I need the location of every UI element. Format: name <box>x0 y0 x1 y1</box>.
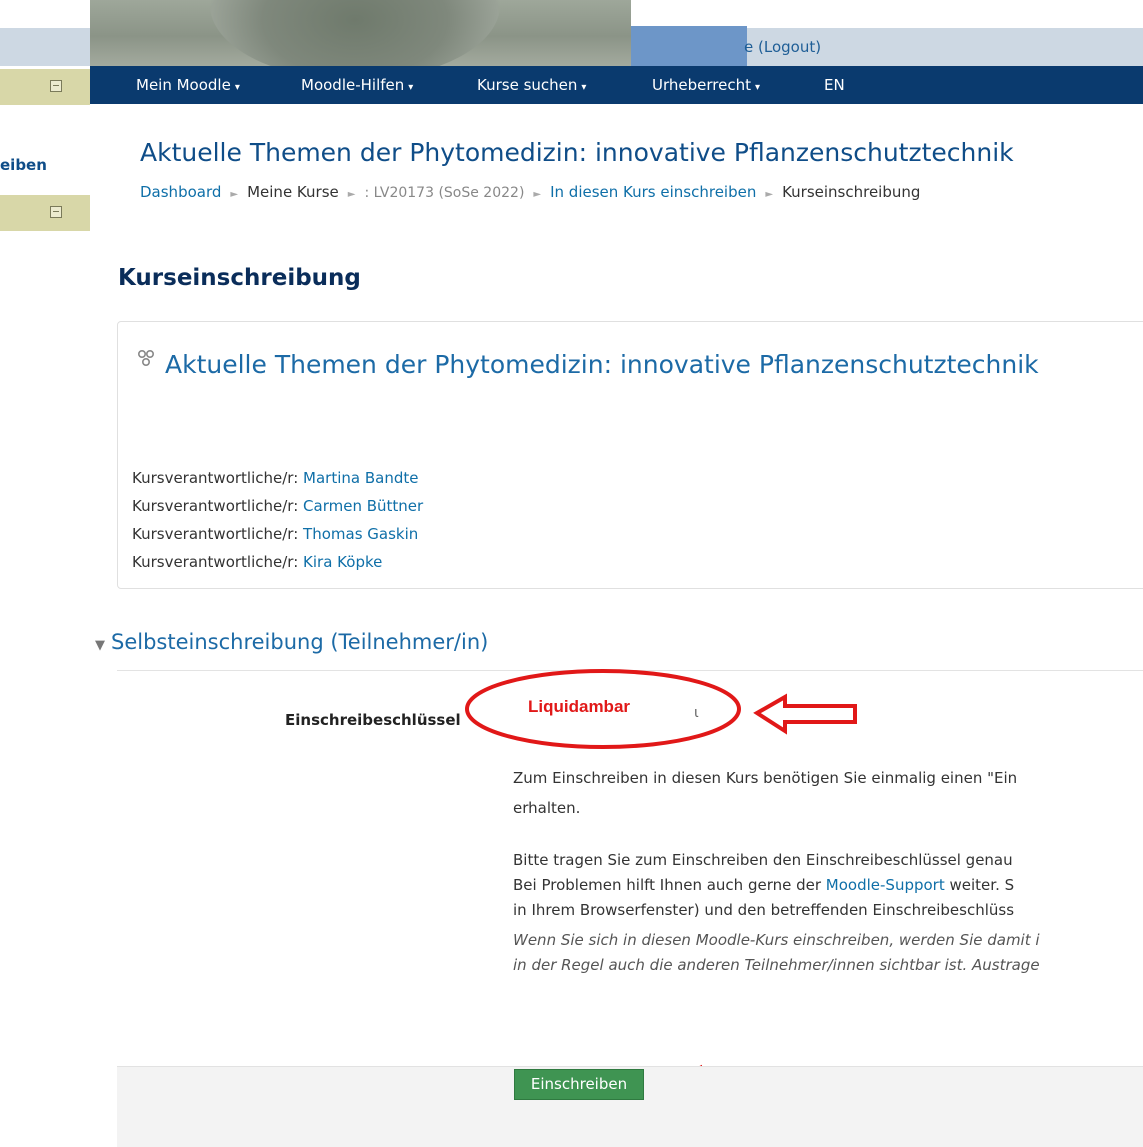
breadcrumb-separator-icon: ► <box>765 189 774 200</box>
course-icon <box>137 349 155 367</box>
caret-down-icon: ▾ <box>754 82 761 93</box>
teacher-role: Kursverantwortliche/r: <box>132 497 299 515</box>
info-text-line: Zum Einschreiben in diesen Kurs benötige… <box>513 769 1018 787</box>
header-banner-image <box>90 0 631 66</box>
breadcrumb-dashboard[interactable]: Dashboard <box>140 183 221 201</box>
breadcrumb-separator-icon: ► <box>533 189 542 200</box>
nav-mein-moodle[interactable]: Mein Moodle ▾ <box>136 76 240 94</box>
sidebar-item-label[interactable]: eiben <box>0 156 47 174</box>
caret-down-icon: ▾ <box>234 82 240 93</box>
info-text-line: Bitte tragen Sie zum Einschreiben den Ei… <box>513 851 1013 869</box>
logout-link[interactable]: e (Logout) <box>744 38 821 56</box>
info-text-line: in Ihrem Browserfenster) und den betreff… <box>513 901 1015 919</box>
collapse-icon[interactable] <box>50 80 62 92</box>
annotation-arrow-icon <box>753 693 857 735</box>
caret-down-icon: ▾ <box>408 82 414 93</box>
user-name-redaction <box>631 26 747 66</box>
teacher-role: Kursverantwortliche/r: <box>132 525 299 543</box>
section-heading: Kurseinschreibung <box>118 265 361 291</box>
enrolment-key-input[interactable]: Liquidambar <box>528 697 630 717</box>
moodle-support-link[interactable]: Moodle-Support <box>826 876 945 894</box>
collapse-triangle-icon: ▼ <box>95 638 105 653</box>
teacher-link[interactable]: Thomas Gaskin <box>303 525 418 543</box>
privacy-note-line: Wenn Sie sich in diesen Moodle-Kurs eins… <box>513 931 1040 949</box>
breadcrumb-course[interactable]: : LV20173 (SoSe 2022) <box>364 185 524 201</box>
info-text-segment: weiter. S <box>944 876 1015 894</box>
breadcrumb-enrol[interactable]: In diesen Kurs einschreiben <box>550 183 756 201</box>
teacher-entry: Kursverantwortliche/r: Thomas Gaskin <box>132 525 418 543</box>
privacy-note-line: in der Regel auch die anderen Teilnehmer… <box>513 956 1040 974</box>
nav-label: Kurse suchen <box>477 76 578 94</box>
nav-label: Urheberrecht <box>652 76 751 94</box>
self-enrolment-toggle[interactable]: ▼ Selbsteinschreibung (Teilnehmer/in) <box>95 630 488 654</box>
teacher-link[interactable]: Martina Bandte <box>303 469 418 487</box>
breadcrumb-separator-icon: ► <box>230 189 239 200</box>
teacher-link[interactable]: Carmen Büttner <box>303 497 423 515</box>
section-divider <box>117 670 1143 671</box>
nav-language-en[interactable]: EN <box>824 76 845 94</box>
teacher-entry: Kursverantwortliche/r: Kira Köpke <box>132 553 382 571</box>
nav-urheberrecht[interactable]: Urheberrecht ▾ <box>652 76 760 94</box>
breadcrumb-separator-icon: ► <box>347 189 356 200</box>
info-text-line: erhalten. <box>513 799 581 817</box>
enrolment-key-label: Einschreibeschlüssel <box>285 711 461 729</box>
nav-moodle-hilfen[interactable]: Moodle-Hilfen ▾ <box>301 76 413 94</box>
breadcrumb-meine-kurse: Meine Kurse <box>247 183 339 201</box>
enrol-button[interactable]: Einschreiben <box>514 1069 644 1100</box>
teacher-link[interactable]: Kira Köpke <box>303 553 382 571</box>
info-text-line: Bei Problemen hilft Ihnen auch gerne der… <box>513 873 1014 898</box>
nav-label: Mein Moodle <box>136 76 231 94</box>
breadcrumb-current: Kurseinschreibung <box>782 183 921 201</box>
page-title: Aktuelle Themen der Phytomedizin: innova… <box>140 138 1014 167</box>
nav-label: EN <box>824 76 845 94</box>
self-enrolment-title: Selbsteinschreibung (Teilnehmer/in) <box>111 630 489 654</box>
teacher-role: Kursverantwortliche/r: <box>132 553 299 571</box>
text-cursor: ι <box>694 705 699 721</box>
course-name-link[interactable]: Aktuelle Themen der Phytomedizin: innova… <box>165 350 1039 379</box>
collapse-icon[interactable] <box>50 206 62 218</box>
breadcrumb: Dashboard ► Meine Kurse ► : LV20173 (SoSe 20… <box>140 183 920 201</box>
teacher-role: Kursverantwortliche/r: <box>132 469 299 487</box>
teacher-entry: Kursverantwortliche/r: Martina Bandte <box>132 469 418 487</box>
main-navbar: Mein Moodle ▾ Moodle-Hilfen ▾ Kurse suchen… <box>90 66 1143 104</box>
sidebar-block-header <box>0 69 90 105</box>
nav-kurse-suchen[interactable]: Kurse suchen ▾ <box>477 76 586 94</box>
info-text-segment: Bei Problemen hilft Ihnen auch gerne der <box>513 876 826 894</box>
teacher-entry: Kursverantwortliche/r: Carmen Büttner <box>132 497 423 515</box>
sidebar-block-header <box>0 195 90 231</box>
caret-down-icon: ▾ <box>581 82 587 93</box>
nav-label: Moodle-Hilfen <box>301 76 405 94</box>
